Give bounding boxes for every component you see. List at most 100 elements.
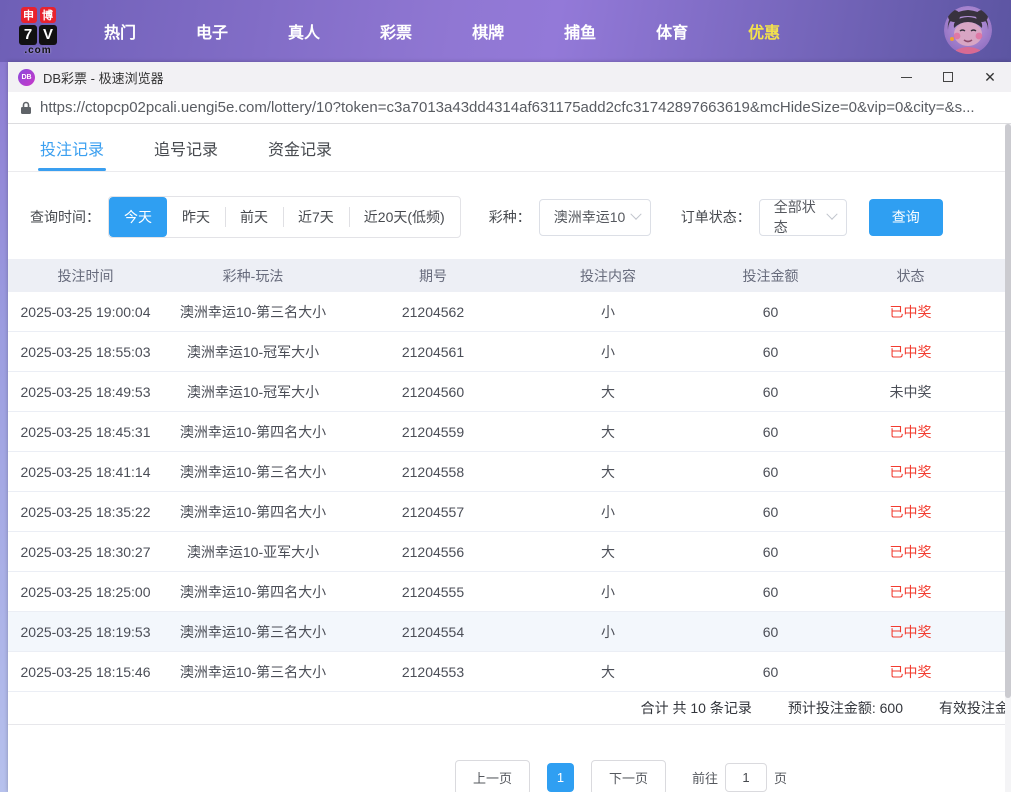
time-range-option[interactable]: 近7天 [283,197,349,237]
cell-issue: 21204554 [401,623,465,640]
chevron-down-icon [630,208,642,220]
nav-item[interactable]: 体育 [640,11,704,51]
time-range-option[interactable]: 昨天 [167,197,225,237]
nav-menu: 热门 电子 真人 彩票 棋牌 捕鱼 体育 优惠 [88,11,824,51]
cell-status: 已中奖 [889,623,932,640]
column-header: 投注内容 [580,267,636,284]
cell-issue: 21204553 [401,663,465,680]
nav-item[interactable]: 电子 [180,11,244,51]
maximize-icon [943,72,953,82]
logo-badges: 申 博 [20,6,56,23]
chevron-down-icon [826,208,838,220]
table-row[interactable]: 2025-03-25 19:00:04 澳洲幸运10-第三名大小 2120456… [8,292,1011,332]
query-button[interactable]: 查询 [868,198,943,236]
table-row[interactable]: 2025-03-25 18:30:27 澳洲幸运10-亚军大小 21204556… [8,532,1011,572]
lock-icon [21,101,31,114]
table-row[interactable]: 2025-03-25 18:25:00 澳洲幸运10-第四名大小 2120455… [8,572,1011,612]
goto-page-input[interactable] [725,763,768,792]
minimize-icon [900,76,912,78]
cell-amount: 60 [762,583,779,600]
scrollbar-thumb[interactable] [1005,124,1011,699]
prev-page-button[interactable]: 上一页 [455,760,531,792]
tab-0[interactable]: 投注记录 [38,124,107,171]
table-row[interactable]: 2025-03-25 18:19:53 澳洲幸运10-第三名大小 2120455… [8,612,1011,652]
column-header: 期号 [419,267,447,284]
cell-game: 澳洲幸运10-第四名大小 [179,503,327,520]
cell-bet-time: 2025-03-25 18:15:46 [20,663,151,680]
next-page-button[interactable]: 下一页 [591,760,667,792]
table-row[interactable]: 2025-03-25 18:41:14 澳洲幸运10-第三名大小 2120455… [8,452,1011,492]
site-logo[interactable]: 申 博 7 V .com [10,6,66,56]
time-range-option[interactable]: 前天 [225,197,283,237]
cell-game: 澳洲幸运10-冠军大小 [186,383,320,400]
cell-game: 澳洲幸运10-冠军大小 [186,343,320,360]
cell-bet-time: 2025-03-25 18:19:53 [20,623,151,640]
nav-item[interactable]: 真人 [272,11,336,51]
cell-issue: 21204562 [401,303,465,320]
user-avatar[interactable] [944,6,992,54]
nav-item[interactable]: 棋牌 [456,11,520,51]
lottery-select[interactable]: 澳洲幸运10 [538,198,651,236]
cell-game: 澳洲幸运10-第三名大小 [179,303,327,320]
cell-amount: 60 [762,423,779,440]
time-range-option[interactable]: 近20天(低频) [348,197,460,237]
nav-item[interactable]: 彩票 [364,11,428,51]
filter-bar: 查询时间： 今天 昨天 前天 近7天 近20天(低频) 彩种： 澳洲幸运10 订单状态：… [30,196,1011,238]
table-row[interactable]: 2025-03-25 18:55:03 澳洲幸运10-冠军大小 21204561… [8,332,1011,372]
summary-expected-amount: 预计投注金额: 600 [787,700,903,716]
cell-bet-time: 2025-03-25 18:25:00 [20,583,151,600]
column-header: 投注金额 [742,267,799,284]
time-range-group: 今天 昨天 前天 近7天 近20天(低频) [108,196,461,238]
scrollbar-track[interactable] [1005,124,1011,792]
goto-label: 前往 [692,771,719,786]
logo-badge-shen: 申 [20,6,37,23]
tab-1[interactable]: 追号记录 [152,124,220,171]
minimize-button[interactable] [885,62,927,92]
column-header: 彩种-玩法 [222,267,284,284]
table-row[interactable]: 2025-03-25 18:49:53 澳洲幸运10-冠军大小 21204560… [8,372,1011,412]
cell-issue: 21204555 [401,583,465,600]
pagination: 上一页 1 下一页 前往 页 [8,760,1011,792]
table-row[interactable]: 2025-03-25 18:15:46 澳洲幸运10-第三名大小 2120455… [8,652,1011,692]
browser-urlbar: https://ctopcp02pcali.uengi5e.com/lotter… [8,92,1011,124]
record-tabs: 投注记录 追号记录 资金记录 [8,124,1011,172]
cell-content: 小 [601,303,615,320]
maximize-button[interactable] [927,62,969,92]
order-status-select[interactable]: 全部状态 [758,198,847,236]
summary-valid-amount: 有效投注金额 [939,700,1011,716]
cell-issue: 21204557 [401,503,465,520]
current-page-button[interactable]: 1 [547,763,575,792]
cell-status: 已中奖 [889,583,932,600]
table-row[interactable]: 2025-03-25 18:35:22 澳洲幸运10-第四名大小 2120455… [8,492,1011,532]
cell-game: 澳洲幸运10-第三名大小 [179,463,327,480]
cell-content: 小 [601,503,615,520]
logo-letter-7: 7 [19,24,37,45]
nav-item[interactable]: 捕鱼 [548,11,612,51]
cell-bet-time: 2025-03-25 18:45:31 [20,423,151,440]
logo-letter-v: V [39,24,57,45]
cell-game: 澳洲幸运10-第三名大小 [179,623,327,640]
cell-amount: 60 [762,383,779,400]
db-favicon-icon: DB [18,68,35,86]
cell-issue: 21204556 [401,543,465,560]
cell-status: 已中奖 [889,543,932,560]
cell-amount: 60 [762,543,779,560]
cell-status: 已中奖 [889,503,932,520]
close-button[interactable]: ✕ [969,62,1011,92]
cell-status: 已中奖 [889,423,932,440]
column-header: 状态 [896,267,925,284]
url-field[interactable]: https://ctopcp02pcali.uengi5e.com/lotter… [40,99,975,116]
cell-amount: 60 [762,663,779,680]
tab-2[interactable]: 资金记录 [266,124,334,171]
nav-item[interactable]: 优惠 [732,11,796,51]
page-unit-label: 页 [774,771,788,786]
time-range-option[interactable]: 今天 [109,197,167,237]
browser-window: DB DB彩票 - 极速浏览器 ✕ https://ctopcp02pcali.… [8,62,1011,792]
table-row[interactable]: 2025-03-25 18:45:31 澳洲幸运10-第四名大小 2120455… [8,412,1011,452]
nav-item[interactable]: 热门 [88,11,152,51]
cell-bet-time: 2025-03-25 18:30:27 [20,543,151,560]
column-header: 投注时间 [57,267,114,284]
cell-content: 小 [601,343,615,360]
cell-amount: 60 [762,503,779,520]
cell-amount: 60 [762,343,779,360]
